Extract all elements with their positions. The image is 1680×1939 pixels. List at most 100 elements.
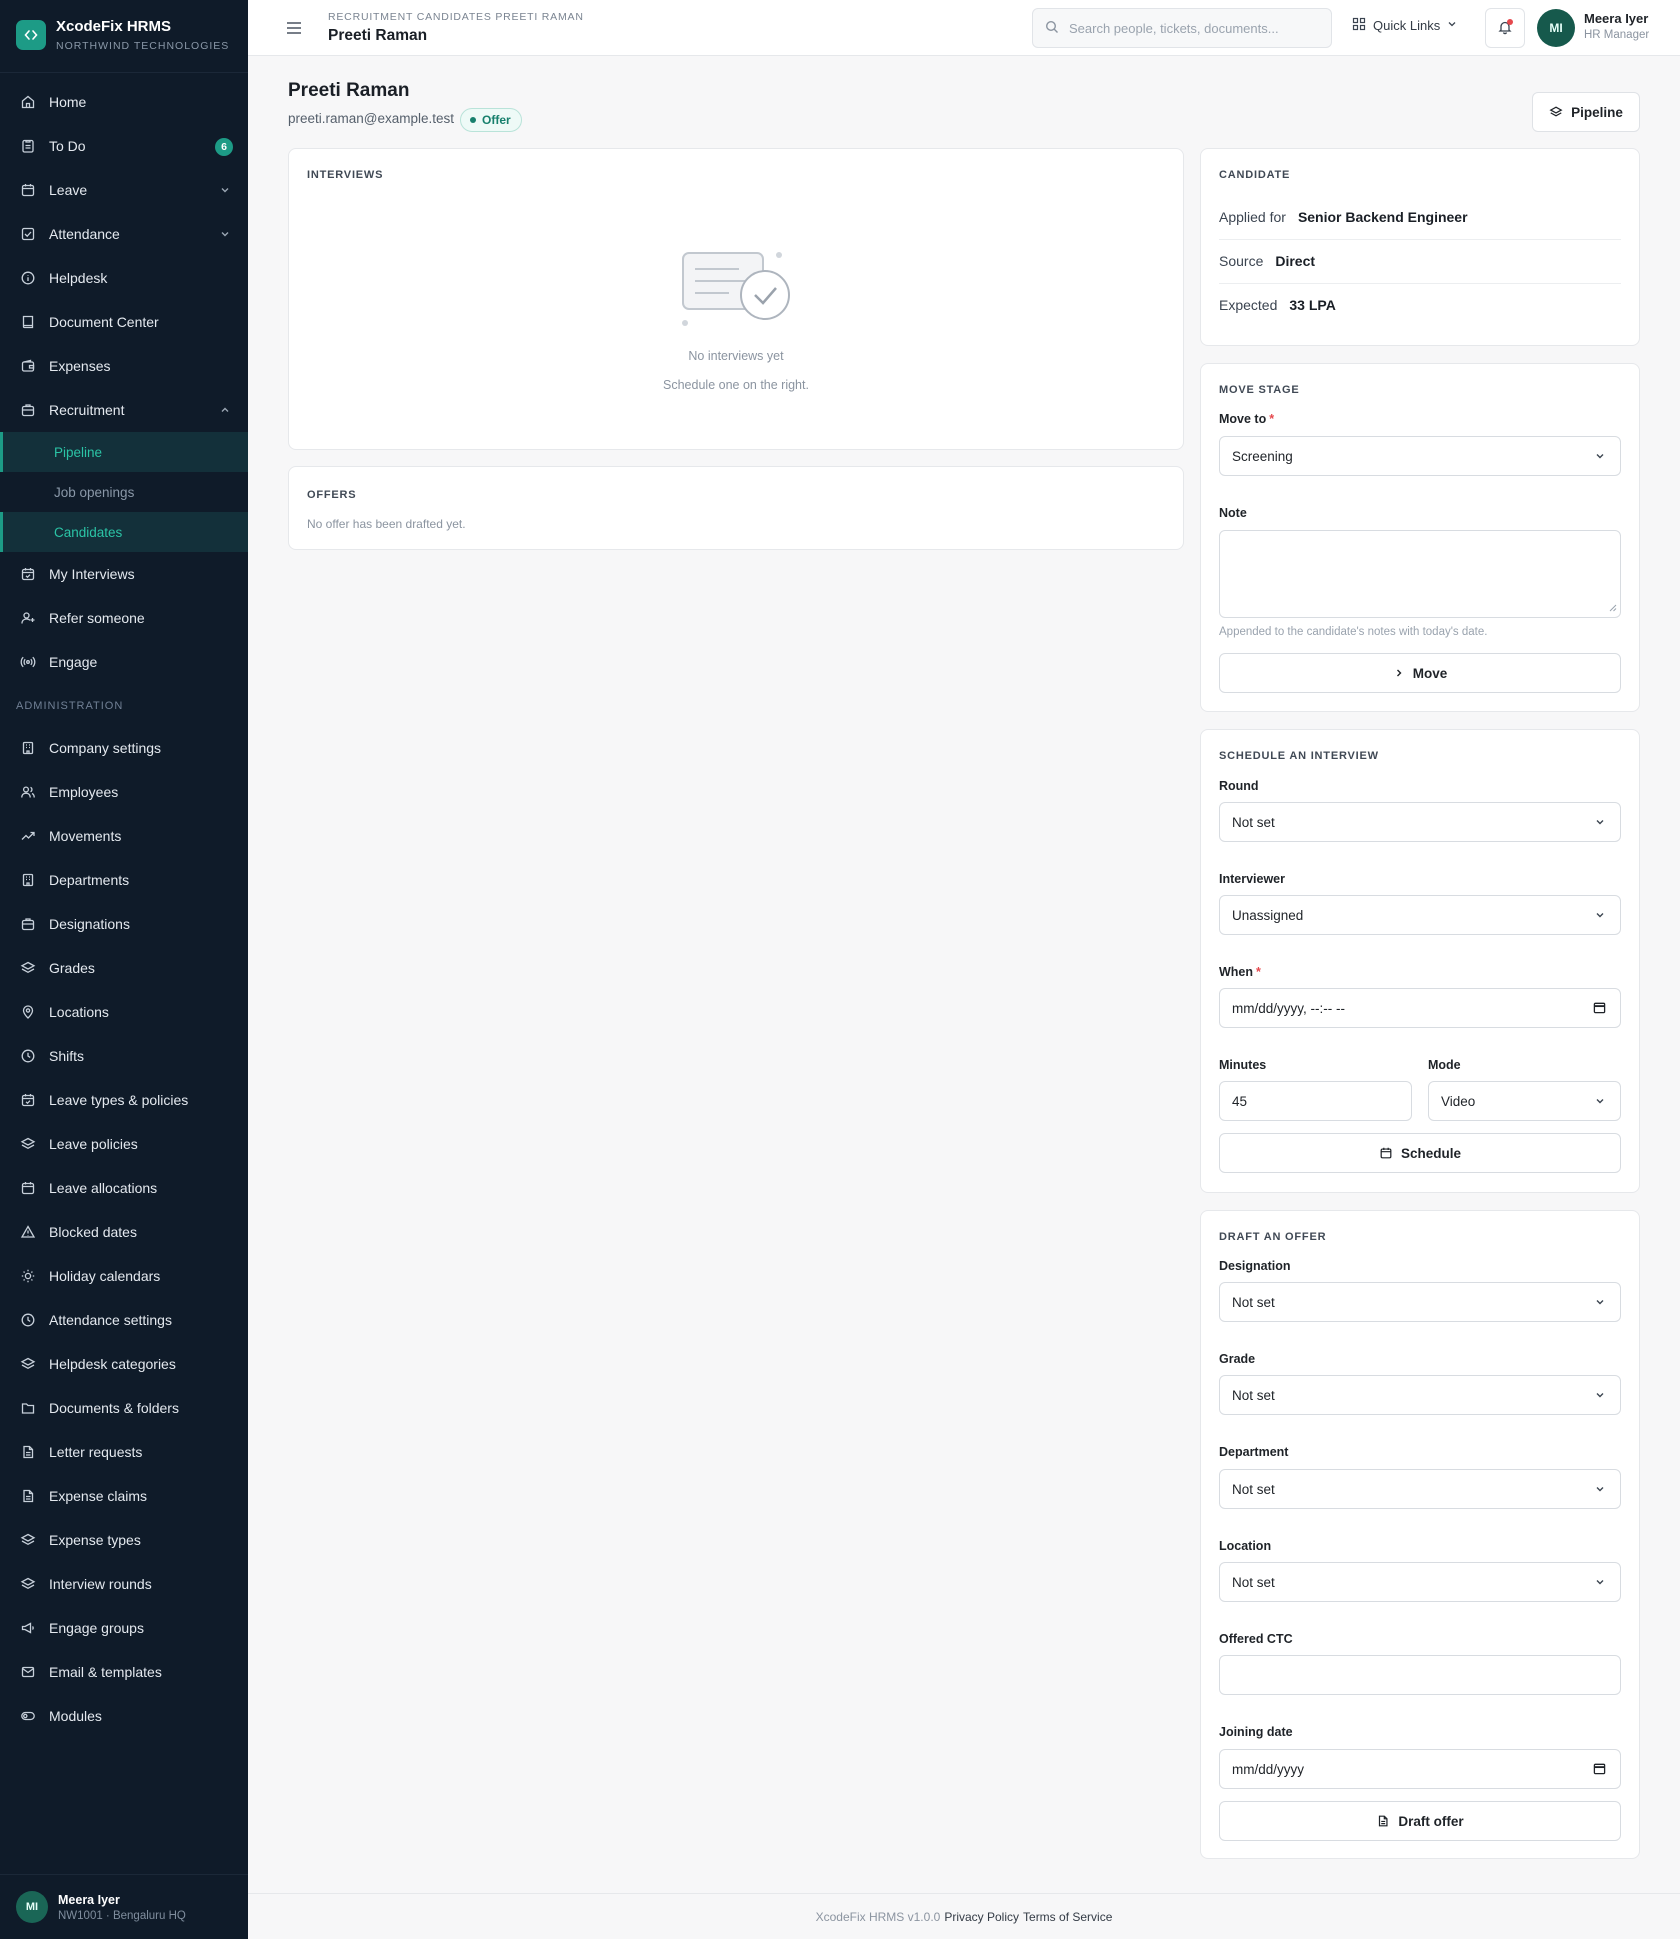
round-select[interactable]: Not set (1219, 802, 1621, 842)
offered-ctc-input[interactable] (1219, 1655, 1621, 1695)
calendar-check-icon (20, 566, 36, 582)
breadcrumb: RECRUITMENT CANDIDATES PREETI RAMAN (328, 11, 584, 23)
sidebar-item-interview-rounds[interactable]: Interview rounds (0, 1562, 248, 1606)
map-pin-icon (20, 1004, 36, 1020)
sidebar-item-label: Engage (49, 654, 98, 670)
sidebar-item-expense-claims[interactable]: Expense claims (0, 1474, 248, 1518)
search-box[interactable] (1032, 8, 1332, 48)
sidebar-item-expenses[interactable]: Expenses (0, 344, 248, 388)
calendar-icon[interactable] (1593, 1001, 1606, 1017)
sidebar-item-label: Designations (49, 916, 130, 932)
candidate-email: preeti.raman@example.test (288, 111, 455, 126)
expected-value: 33 LPA (1289, 297, 1336, 313)
mode-select[interactable]: Video (1428, 1081, 1621, 1121)
section-label-administration: ADMINISTRATION (16, 700, 124, 712)
sidebar-item-recruitment[interactable]: Recruitment (0, 388, 248, 432)
sidebar-item-leave[interactable]: Leave (0, 168, 248, 212)
sidebar-item-attendance-settings[interactable]: Attendance settings (0, 1298, 248, 1342)
brand-org: NORTHWIND TECHNOLOGIES (56, 40, 230, 52)
interviewer-label: Interviewer (1219, 872, 1286, 886)
schedule-heading: SCHEDULE AN INTERVIEW (1219, 750, 1379, 762)
file-text-icon (20, 1444, 36, 1460)
sidebar-item-document-center[interactable]: Document Center (0, 300, 248, 344)
sidebar-item-expense-types[interactable]: Expense types (0, 1518, 248, 1562)
move-to-select[interactable]: Screening (1219, 436, 1621, 476)
sidebar-item-holiday-calendars[interactable]: Holiday calendars (0, 1254, 248, 1298)
sidebar-item-movements[interactable]: Movements (0, 814, 248, 858)
sidebar-item-todo[interactable]: To Do 6 (0, 124, 248, 168)
sidebar-item-company-settings[interactable]: Company settings (0, 726, 248, 770)
sidebar-subitem-job-openings[interactable]: Job openings (0, 472, 248, 512)
broadcast-icon (20, 654, 36, 670)
privacy-policy-link[interactable]: Privacy Policy (944, 1910, 1019, 1924)
sidebar-item-my-interviews[interactable]: My Interviews (0, 552, 248, 596)
sidebar-item-label: Shifts (49, 1048, 85, 1064)
sidebar-user[interactable]: MI Meera Iyer NW1001 · Bengaluru HQ (0, 1874, 248, 1939)
note-textarea[interactable] (1219, 530, 1621, 618)
schedule-button[interactable]: Schedule (1219, 1133, 1621, 1173)
sidebar-item-leave-allocations[interactable]: Leave allocations (0, 1166, 248, 1210)
sidebar-item-attendance[interactable]: Attendance (0, 212, 248, 256)
sidebar-item-employees[interactable]: Employees (0, 770, 248, 814)
sidebar-item-home[interactable]: Home (0, 80, 248, 124)
sidebar-subitem-pipeline[interactable]: Pipeline (0, 432, 248, 472)
sidebar-item-label: Engage groups (49, 1620, 144, 1636)
user-plus-icon (20, 610, 36, 626)
calendar-icon[interactable] (1593, 1762, 1606, 1778)
note-help-text: Appended to the candidate's notes with t… (1219, 626, 1488, 638)
sidebar-item-label: Expense types (49, 1532, 141, 1548)
menu-icon[interactable] (284, 18, 304, 38)
sidebar-item-leave-policies[interactable]: Leave policies (0, 1122, 248, 1166)
sidebar-item-label: Employees (49, 784, 119, 800)
sidebar-item-locations[interactable]: Locations (0, 990, 248, 1034)
sidebar-item-modules[interactable]: Modules (0, 1694, 248, 1738)
sidebar-item-label: Helpdesk (49, 270, 108, 286)
sidebar-item-shifts[interactable]: Shifts (0, 1034, 248, 1078)
resize-handle-icon[interactable] (1609, 600, 1617, 615)
sidebar-item-leave-types[interactable]: Leave types & policies (0, 1078, 248, 1122)
avatar: MI (16, 1891, 48, 1923)
sidebar-item-letter-requests[interactable]: Letter requests (0, 1430, 248, 1474)
sidebar-item-label: Blocked dates (49, 1224, 137, 1240)
sidebar-item-documents-folders[interactable]: Documents & folders (0, 1386, 248, 1430)
sidebar-item-label: Interview rounds (49, 1576, 152, 1592)
sidebar-item-blocked-dates[interactable]: Blocked dates (0, 1210, 248, 1254)
location-select[interactable]: Not set (1219, 1562, 1621, 1602)
search-input[interactable] (1069, 20, 1309, 36)
schedule-interview-card: SCHEDULE AN INTERVIEW Round Not set Inte… (1200, 729, 1640, 1193)
home-icon (20, 94, 36, 110)
empty-state-illustration (679, 249, 799, 329)
quick-links-button[interactable]: Quick Links (1352, 17, 1458, 34)
sidebar-item-designations[interactable]: Designations (0, 902, 248, 946)
terms-of-service-link[interactable]: Terms of Service (1023, 1910, 1112, 1924)
sidebar-item-engage-groups[interactable]: Engage groups (0, 1606, 248, 1650)
sidebar-item-label: Expense claims (49, 1488, 148, 1504)
brand[interactable]: XcodeFix HRMS NORTHWIND TECHNOLOGIES (16, 18, 229, 52)
building-icon (20, 872, 36, 888)
pipeline-button[interactable]: Pipeline (1532, 92, 1640, 132)
sidebar-item-grades[interactable]: Grades (0, 946, 248, 990)
interviewer-select[interactable]: Unassigned (1219, 895, 1621, 935)
move-button[interactable]: Move (1219, 653, 1621, 693)
grade-select[interactable]: Not set (1219, 1375, 1621, 1415)
sidebar-subitem-candidates[interactable]: Candidates (0, 512, 248, 552)
sidebar-item-helpdesk-categories[interactable]: Helpdesk categories (0, 1342, 248, 1386)
sidebar-item-departments[interactable]: Departments (0, 858, 248, 902)
minutes-input[interactable]: 45 (1219, 1081, 1412, 1121)
expected-key: Expected (1219, 297, 1278, 313)
sidebar-item-refer[interactable]: Refer someone (0, 596, 248, 640)
user-role: HR Manager (1584, 29, 1650, 41)
sidebar-item-label: Holiday calendars (49, 1268, 161, 1284)
sidebar-item-helpdesk[interactable]: Helpdesk (0, 256, 248, 300)
notifications-button[interactable] (1485, 8, 1525, 48)
user-avatar[interactable]: MI (1537, 9, 1575, 47)
mode-value: Video (1441, 1093, 1476, 1109)
when-datetime-input[interactable]: mm/dd/yyyy, --:-- -- (1219, 988, 1621, 1028)
chevron-down-icon (219, 183, 231, 199)
department-select[interactable]: Not set (1219, 1469, 1621, 1509)
draft-offer-button[interactable]: Draft offer (1219, 1801, 1621, 1841)
sidebar-item-email-templates[interactable]: Email & templates (0, 1650, 248, 1694)
sidebar-item-engage[interactable]: Engage (0, 640, 248, 684)
joining-date-input[interactable]: mm/dd/yyyy (1219, 1749, 1621, 1789)
designation-select[interactable]: Not set (1219, 1282, 1621, 1322)
